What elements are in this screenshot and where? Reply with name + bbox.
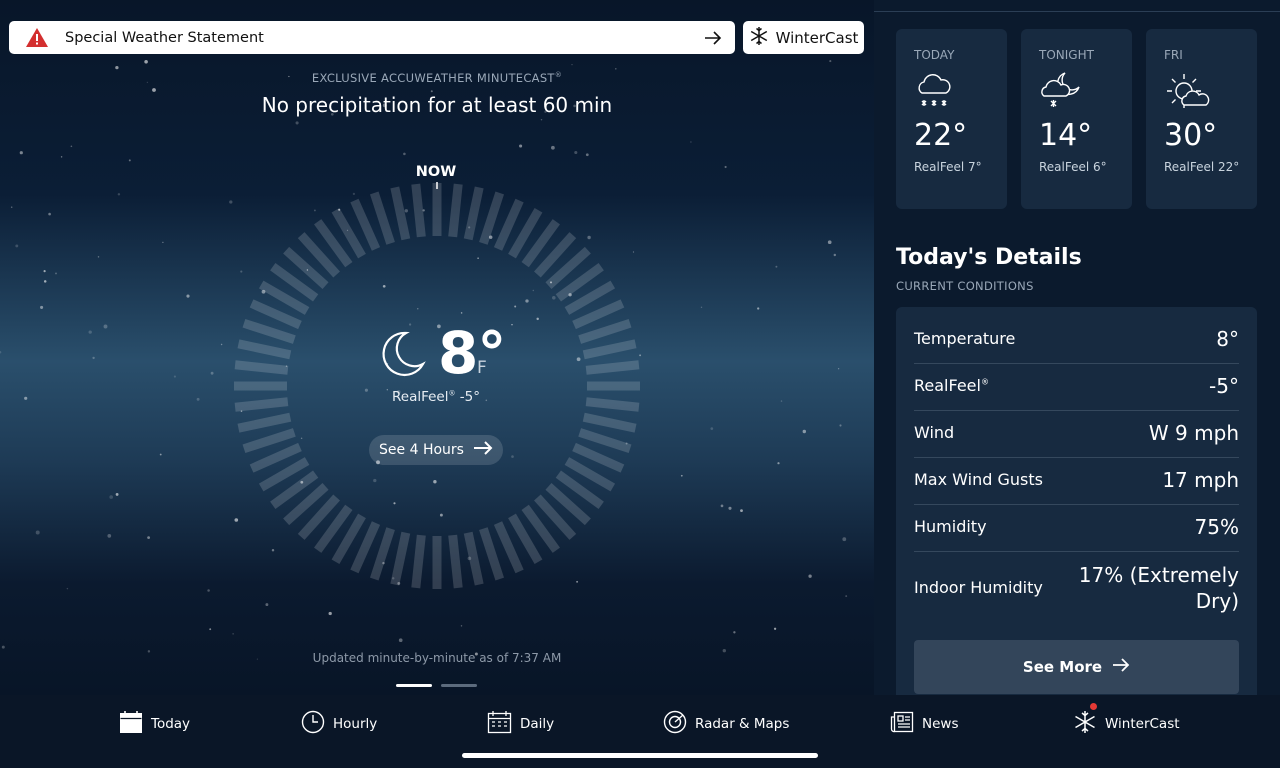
- dial-tick: [578, 318, 632, 344]
- detail-value: 17% (Extremely Dry): [1078, 563, 1239, 613]
- snow-cloud-icon: [914, 71, 954, 115]
- updated-timestamp: Updated minute-by-minute as of 7:37 AM: [312, 651, 562, 665]
- calendar-today-icon: [119, 710, 143, 738]
- dial-tick: [237, 339, 292, 360]
- forecast-temp: 30°: [1164, 118, 1218, 153]
- current-temperature: 8°: [438, 319, 506, 387]
- notification-badge: [1090, 703, 1097, 710]
- detail-value: 17 mph: [1162, 468, 1239, 492]
- dial-tick: [411, 183, 426, 238]
- detail-key: Max Wind Gusts: [914, 470, 1043, 489]
- snowflake-icon: [1073, 703, 1097, 738]
- detail-row-wind: Wind W 9 mph: [914, 411, 1239, 458]
- dial-tick: [234, 360, 289, 375]
- nav-label: Today: [151, 716, 191, 732]
- dial-tick: [585, 397, 640, 412]
- sun-cloud-icon: [1164, 71, 1210, 117]
- nav-tab-daily[interactable]: Daily: [487, 711, 554, 737]
- detail-key: Wind: [914, 423, 955, 442]
- see-hours-label: See 4 Hours: [379, 442, 464, 458]
- dial-tick: [390, 531, 411, 586]
- forecast-card-tonight[interactable]: TONIGHT 14° RealFeel 6°: [1021, 29, 1132, 209]
- dial-tick: [411, 534, 426, 589]
- detail-value: 75%: [1194, 515, 1239, 539]
- newspaper-icon: [890, 710, 914, 738]
- dial-tick: [479, 527, 505, 581]
- current-conditions: 8° F: [376, 318, 506, 388]
- dial-tick: [448, 183, 463, 238]
- dial-tick: [578, 428, 632, 454]
- detail-key: Indoor Humidity: [914, 578, 1043, 597]
- forecast-card-today[interactable]: TODAY 22° RealFeel 7°: [896, 29, 1007, 209]
- weather-app: Special Weather Statement WinterCast EXC…: [0, 0, 1280, 768]
- arrow-right-icon: [1112, 658, 1130, 676]
- detail-row-indoor-humidity: Indoor Humidity 17% (Extremely Dry): [914, 552, 1239, 626]
- home-indicator[interactable]: [462, 753, 818, 758]
- detail-row-humidity: Humidity 75%: [914, 505, 1239, 552]
- dial-tick: [585, 360, 640, 375]
- nav-label: Radar & Maps: [695, 716, 790, 732]
- nav-tab-news[interactable]: News: [890, 711, 958, 737]
- dial-tick: [582, 412, 637, 433]
- details-title: Today's Details: [896, 245, 1082, 270]
- forecast-label: TONIGHT: [1039, 48, 1094, 62]
- calendar-icon: [487, 710, 512, 738]
- dial-tick: [463, 186, 484, 241]
- dial-tick: [390, 186, 411, 241]
- nav-label: News: [922, 716, 959, 732]
- nav-label: WinterCast: [1105, 716, 1180, 732]
- forecast-temp: 22°: [914, 118, 968, 153]
- see-4-hours-button[interactable]: See 4 Hours: [369, 435, 503, 465]
- nav-tab-radar-maps[interactable]: Radar & Maps: [663, 710, 790, 738]
- see-more-label: See More: [1022, 658, 1103, 676]
- detail-key: Humidity: [914, 517, 987, 536]
- nav-label: Hourly: [333, 716, 378, 732]
- dial-tick: [369, 527, 395, 581]
- clock-icon: [301, 710, 325, 738]
- dial-tick: [582, 339, 637, 360]
- nav-label: Daily: [520, 716, 555, 732]
- detail-value: -5°: [1209, 374, 1239, 398]
- current-realfeel: RealFeel® -5°: [391, 389, 480, 405]
- moon-icon: [376, 328, 428, 384]
- forecast-realfeel: RealFeel 7°: [914, 160, 982, 174]
- detail-key: RealFeel®: [914, 376, 989, 395]
- page-indicator-inactive[interactable]: [441, 684, 477, 687]
- nav-tab-hourly[interactable]: Hourly: [301, 710, 378, 738]
- dial-tick: [448, 534, 463, 589]
- detail-row-temperature: Temperature 8°: [914, 317, 1239, 364]
- forecast-card-fri[interactable]: FRI 30° RealFeel 22°: [1146, 29, 1257, 209]
- nav-tab-today[interactable]: Today: [119, 711, 190, 737]
- forecast-label: FRI: [1164, 48, 1183, 62]
- moon-cloud-snow-icon: [1039, 71, 1083, 117]
- forecast-realfeel: RealFeel 6°: [1039, 160, 1107, 174]
- nav-tab-wintercast[interactable]: WinterCast: [1073, 703, 1180, 738]
- dial-tick: [234, 397, 289, 412]
- dial-tick: [242, 428, 296, 454]
- page-indicator-active[interactable]: [396, 684, 432, 687]
- details-panel: Temperature 8° RealFeel® -5° Wind W 9 mp…: [896, 307, 1257, 697]
- dial-tick: [242, 318, 296, 344]
- detail-value: 8°: [1216, 327, 1239, 351]
- dial-tick: [463, 531, 484, 586]
- minutecast-hero: Special Weather Statement WinterCast EXC…: [0, 0, 874, 695]
- detail-key: Temperature: [914, 329, 1016, 348]
- arrow-right-icon: [473, 441, 493, 459]
- temperature-unit: F: [477, 358, 487, 378]
- forecast-label: TODAY: [914, 48, 955, 62]
- now-label: NOW: [415, 164, 457, 180]
- dial-tick: [479, 191, 505, 245]
- detail-row-realfeel: RealFeel® -5°: [914, 364, 1239, 411]
- radar-icon: [663, 710, 687, 738]
- details-subtitle: CURRENT CONDITIONS: [896, 279, 1034, 293]
- dial-tick: [369, 191, 395, 245]
- see-more-button[interactable]: See More: [914, 640, 1239, 694]
- forecast-temp: 14°: [1039, 118, 1093, 153]
- forecast-realfeel: RealFeel 22°: [1164, 160, 1240, 174]
- dial-tick: [237, 412, 292, 433]
- detail-value: W 9 mph: [1148, 421, 1239, 445]
- detail-row-max-wind-gusts: Max Wind Gusts 17 mph: [914, 458, 1239, 505]
